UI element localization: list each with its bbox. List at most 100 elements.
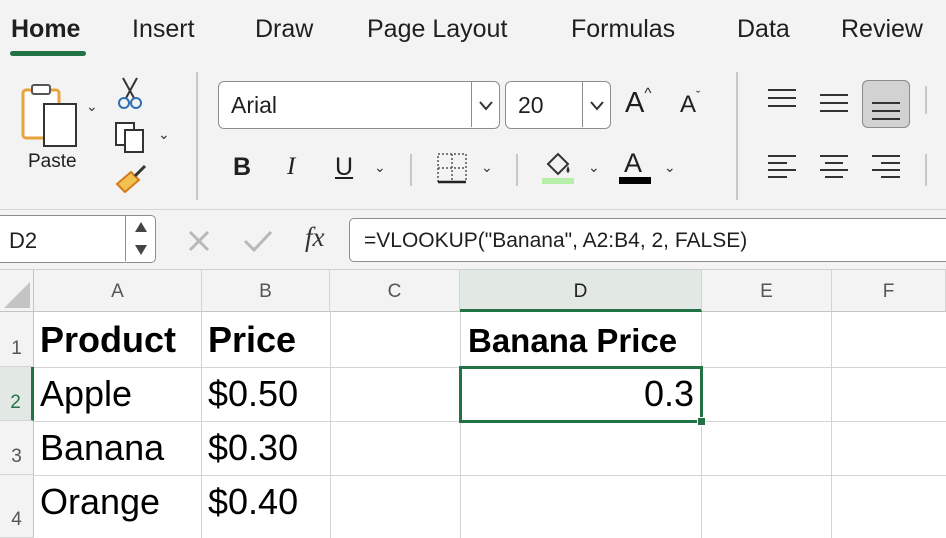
font-color-label: A [624,148,643,178]
fill-color-button[interactable] [540,150,576,186]
font-color-dropdown-chevron-icon[interactable]: ⌄ [664,159,676,176]
column-header-c[interactable]: C [330,270,460,312]
copy-dropdown-chevron-icon[interactable]: ⌄ [158,126,170,143]
caret-down-icon: ˇ [696,88,701,103]
row-number: 2 [10,392,21,413]
insert-function-button[interactable]: fx [305,222,325,253]
row-header-4[interactable]: 4 [0,475,34,538]
gridline [201,312,202,538]
formula-bar: D2 fx =VLOOKUP("Banana", A2:B4, 2, FALSE… [0,210,946,270]
shrink-font-label: A [680,91,697,118]
ribbon-separator [410,154,412,186]
cell-b1[interactable]: Price [208,319,296,361]
column-header-e[interactable]: E [702,270,832,312]
align-middle-icon [820,94,848,112]
enter-formula-button[interactable] [242,228,274,254]
cell-b4[interactable]: $0.40 [208,481,298,523]
fill-handle[interactable] [697,417,706,426]
tab-insert[interactable]: Insert [132,15,195,44]
cell-a3[interactable]: Banana [40,427,164,469]
fill-color-dropdown-chevron-icon[interactable]: ⌄ [588,159,600,176]
grow-font-label: A [625,87,645,119]
underline-dropdown-chevron-icon[interactable]: ⌄ [374,159,386,176]
chevron-down-icon [479,101,493,111]
ribbon-tab-bar: Home Insert Draw Page Layout Formulas Da… [0,0,946,62]
cell-a1[interactable]: Product [40,319,176,361]
caret-up-icon: ^ [644,85,652,102]
paste-dropdown-chevron-icon[interactable]: ⌄ [86,98,98,115]
column-header-f[interactable]: F [832,270,946,312]
font-family-select[interactable]: Arial [218,81,500,129]
align-left-icon [768,155,796,178]
align-left-button[interactable] [765,150,799,184]
underline-button[interactable]: U [335,153,353,182]
increase-font-size-button[interactable]: A^ [625,85,652,120]
cell-b2[interactable]: $0.50 [208,373,298,415]
gridline [330,312,331,538]
cut-button[interactable] [117,76,143,110]
paste-icon [21,84,77,147]
formula-text: =VLOOKUP("Banana", A2:B4, 2, FALSE) [364,229,748,252]
row-number: 1 [11,338,22,359]
row-number: 4 [11,509,22,530]
borders-dropdown-chevron-icon[interactable]: ⌄ [481,159,493,176]
name-box-value: D2 [9,228,38,253]
font-size-dropdown[interactable] [582,82,610,127]
gridline [831,312,832,538]
align-bottom-button[interactable] [862,80,910,128]
format-painter-icon [115,164,147,194]
font-family-dropdown[interactable] [471,82,499,127]
cell-d1[interactable]: Banana Price [468,322,677,360]
align-bottom-icon [872,102,900,120]
tab-data[interactable]: Data [737,15,790,44]
copy-button[interactable] [113,120,147,154]
align-middle-button[interactable] [817,86,851,116]
align-center-button[interactable] [817,150,851,184]
column-header-d[interactable]: D [460,270,702,312]
font-color-button[interactable]: A [619,148,651,186]
paste-label: Paste [28,151,77,172]
scissors-icon [118,77,142,109]
formula-input[interactable]: =VLOOKUP("Banana", A2:B4, 2, FALSE) [349,218,946,262]
name-box-spinner[interactable] [125,216,155,261]
align-right-button[interactable] [869,150,903,184]
align-top-button[interactable] [765,86,799,116]
borders-icon [437,153,467,184]
font-family-value: Arial [231,92,278,118]
row-header-1[interactable]: 1 [0,312,34,367]
copy-icon [115,122,144,153]
ribbon-home: ⌄ Paste ⌄ Arial 20 A^ Aˇ B I U ⌄ ⌄ ⌄ A ⌄ [0,62,946,210]
tab-page-layout[interactable]: Page Layout [367,15,507,44]
align-right-icon [872,155,900,178]
paste-button[interactable] [18,82,88,150]
cell-b3[interactable]: $0.30 [208,427,298,469]
chevron-down-icon [590,101,604,111]
row-header-2[interactable]: 2 [0,367,34,421]
tab-draw[interactable]: Draw [255,15,313,44]
format-painter-button[interactable] [113,164,149,198]
tab-review[interactable]: Review [841,15,923,44]
select-all-button[interactable] [0,270,34,312]
align-top-icon [768,89,796,107]
column-header-a[interactable]: A [34,270,202,312]
bold-button[interactable]: B [233,153,251,182]
tab-home[interactable]: Home [11,15,80,44]
up-down-arrows-icon [135,222,147,255]
row-header-3[interactable]: 3 [0,421,34,475]
ribbon-separator [196,72,198,200]
cancel-formula-button[interactable] [186,228,212,254]
italic-button[interactable]: I [287,153,295,181]
cell-a2[interactable]: Apple [40,373,132,415]
name-box[interactable]: D2 [0,215,156,263]
font-color-swatch [619,177,651,184]
ribbon-separator [736,72,738,200]
borders-button[interactable] [436,152,468,184]
row-number: 3 [11,446,22,467]
decrease-font-size-button[interactable]: Aˇ [680,88,701,119]
column-header-b[interactable]: B [202,270,330,312]
cell-a4[interactable]: Orange [40,481,160,523]
align-center-icon [820,155,848,178]
tab-formulas[interactable]: Formulas [571,15,675,44]
gridline [460,312,461,538]
font-size-select[interactable]: 20 [505,81,611,129]
